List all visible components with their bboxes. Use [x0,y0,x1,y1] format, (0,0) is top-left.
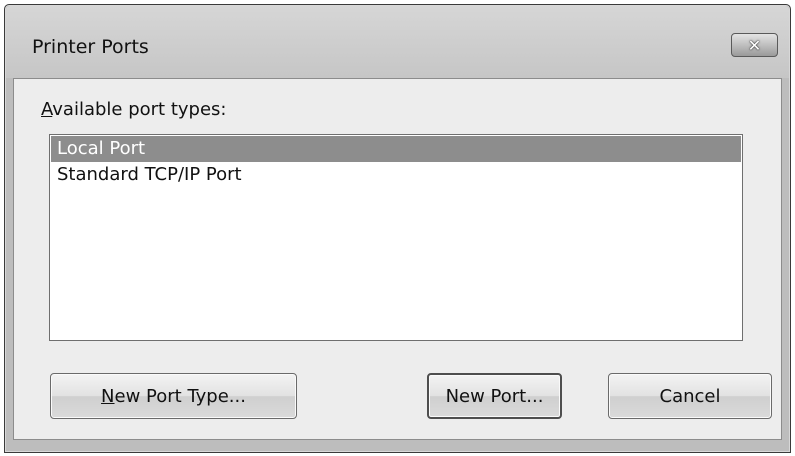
list-item-local-port[interactable]: Local Port [51,136,741,162]
close-button[interactable]: ✕ [731,33,778,57]
new-port-type-button[interactable]: New Port Type... [50,373,297,419]
label-mnemonic: A [41,99,53,120]
available-port-types-label: Available port types: [41,99,226,120]
new-port-type-text: ew Port Type... [114,385,246,407]
cancel-button[interactable]: Cancel [608,373,772,419]
label-text: vailable port types: [52,99,227,120]
port-types-listbox[interactable]: Local Port Standard TCP/IP Port [49,134,743,341]
new-port-button[interactable]: New Port... [427,373,562,419]
printer-ports-dialog: Printer Ports ✕ Available port types: Lo… [4,4,791,453]
close-icon: ✕ [747,35,762,55]
dialog-body: Available port types: Local Port Standar… [13,78,782,440]
title-bar[interactable]: Printer Ports ✕ [6,6,789,78]
list-item-standard-tcp-ip-port[interactable]: Standard TCP/IP Port [51,162,741,188]
new-port-type-mnemonic: N [101,385,115,407]
dialog-title: Printer Ports [32,36,149,58]
